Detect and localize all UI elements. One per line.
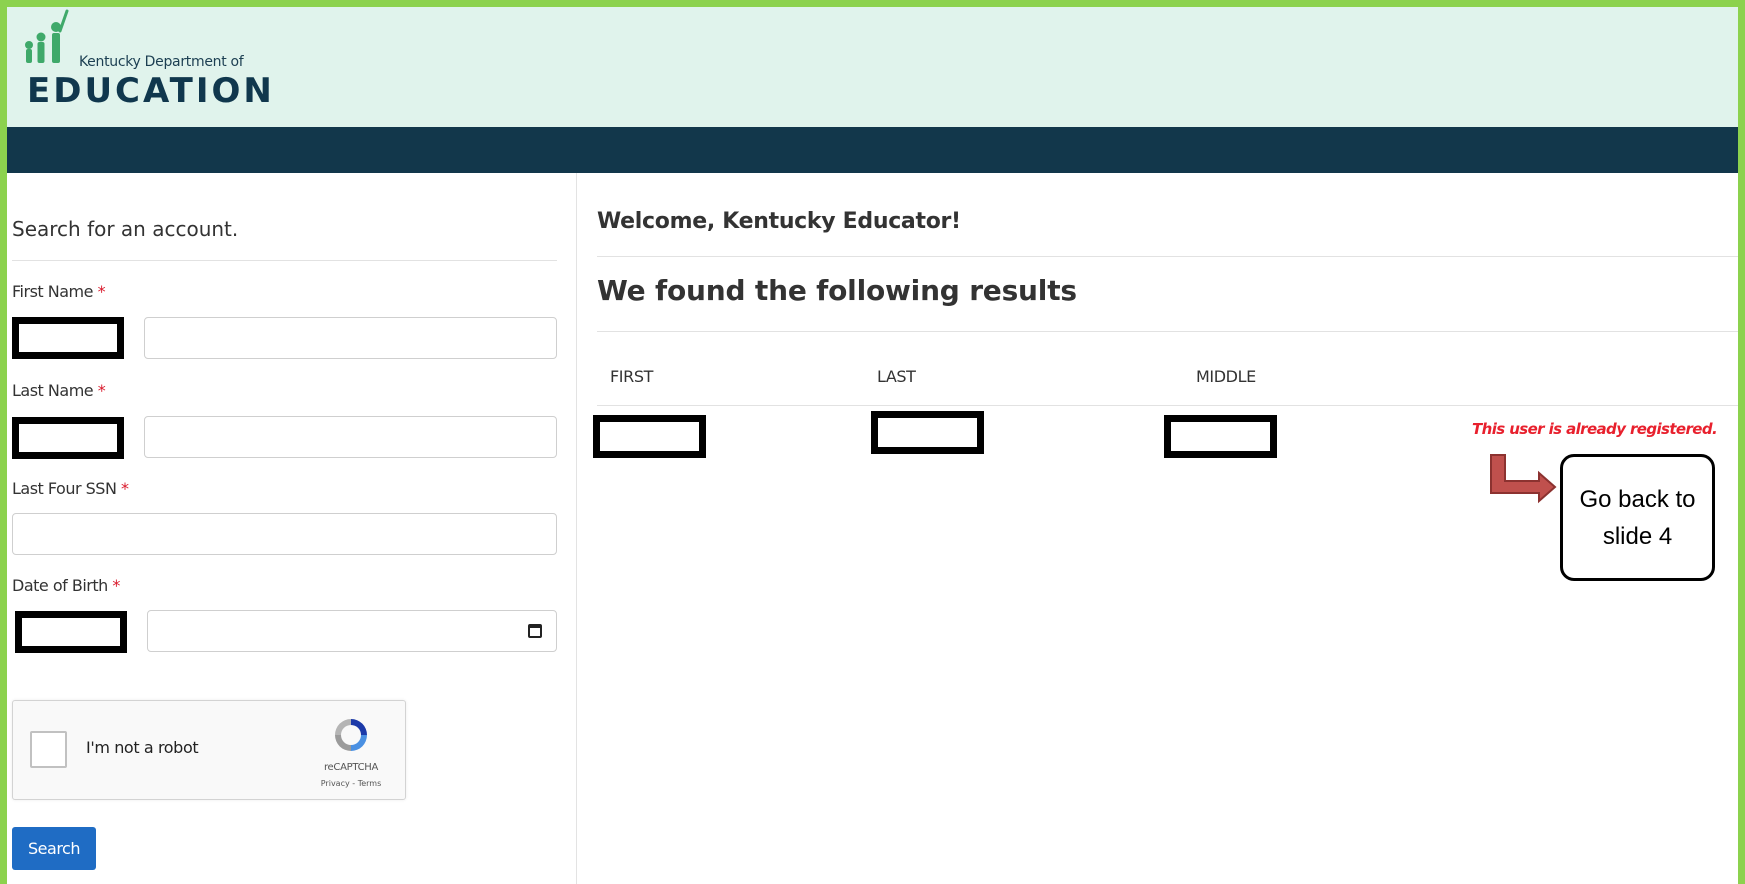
calendar-icon[interactable] — [528, 624, 542, 638]
callout-note: Go back to slide 4 — [1560, 454, 1715, 581]
redaction-box — [15, 611, 127, 653]
search-panel: Search for an account. First Name * Last… — [7, 173, 577, 884]
required-marker: * — [97, 381, 106, 400]
logo-subtitle: Kentucky Department of — [79, 54, 244, 70]
navigation-bar — [7, 127, 1738, 173]
first-name-label-text: First Name — [12, 282, 93, 301]
table-header-divider — [597, 405, 1738, 406]
results-title-divider — [597, 331, 1738, 332]
welcome-message: Welcome, Kentucky Educator! — [597, 209, 961, 234]
redaction-box — [1164, 415, 1277, 458]
first-name-label: First Name * — [12, 282, 106, 301]
kde-figures-icon — [25, 9, 69, 63]
search-button[interactable]: Search — [12, 827, 96, 870]
already-registered-message: This user is already registered. — [1472, 420, 1718, 438]
required-marker: * — [121, 479, 129, 498]
results-title: We found the following results — [597, 274, 1077, 307]
search-title-divider — [12, 260, 557, 261]
last-name-field[interactable] — [144, 416, 557, 458]
ssn-field[interactable] — [12, 513, 557, 555]
redaction-box — [12, 417, 124, 459]
kde-logo[interactable]: Kentucky Department of EDUCATION — [19, 7, 272, 117]
required-marker: * — [97, 282, 106, 301]
last-name-label: Last Name * — [12, 381, 106, 400]
redaction-box — [871, 411, 984, 454]
column-header-last: LAST — [877, 367, 916, 386]
bent-arrow-icon — [1490, 454, 1557, 504]
required-marker: * — [112, 576, 120, 595]
redaction-box — [593, 415, 706, 458]
recaptcha-label: I'm not a robot — [86, 738, 199, 757]
first-name-field[interactable] — [144, 317, 557, 359]
recaptcha-brand: reCAPTCHA — [323, 762, 379, 773]
date-of-birth-field[interactable] — [147, 610, 557, 652]
column-header-middle: MIDDLE — [1196, 367, 1256, 386]
recaptcha-icon — [335, 719, 367, 751]
site-header: Kentucky Department of EDUCATION — [7, 7, 1738, 127]
redaction-box — [12, 317, 124, 359]
column-header-first: FIRST — [610, 367, 653, 386]
last-name-label-text: Last Name — [12, 381, 94, 400]
recaptcha-links[interactable]: Privacy - Terms — [303, 779, 399, 788]
recaptcha-checkbox[interactable] — [30, 731, 67, 768]
ssn-label: Last Four SSN * — [12, 479, 129, 498]
ssn-label-text: Last Four SSN — [12, 479, 117, 498]
dob-label: Date of Birth * — [12, 576, 120, 595]
results-panel: Welcome, Kentucky Educator! We found the… — [577, 173, 1738, 884]
dob-label-text: Date of Birth — [12, 576, 108, 595]
logo-title: EDUCATION — [27, 71, 275, 111]
page-frame: Kentucky Department of EDUCATION Search … — [7, 7, 1738, 884]
welcome-divider — [597, 256, 1738, 257]
recaptcha-widget: I'm not a robot reCAPTCHA Privacy - Term… — [12, 700, 406, 800]
search-panel-title: Search for an account. — [12, 217, 239, 241]
